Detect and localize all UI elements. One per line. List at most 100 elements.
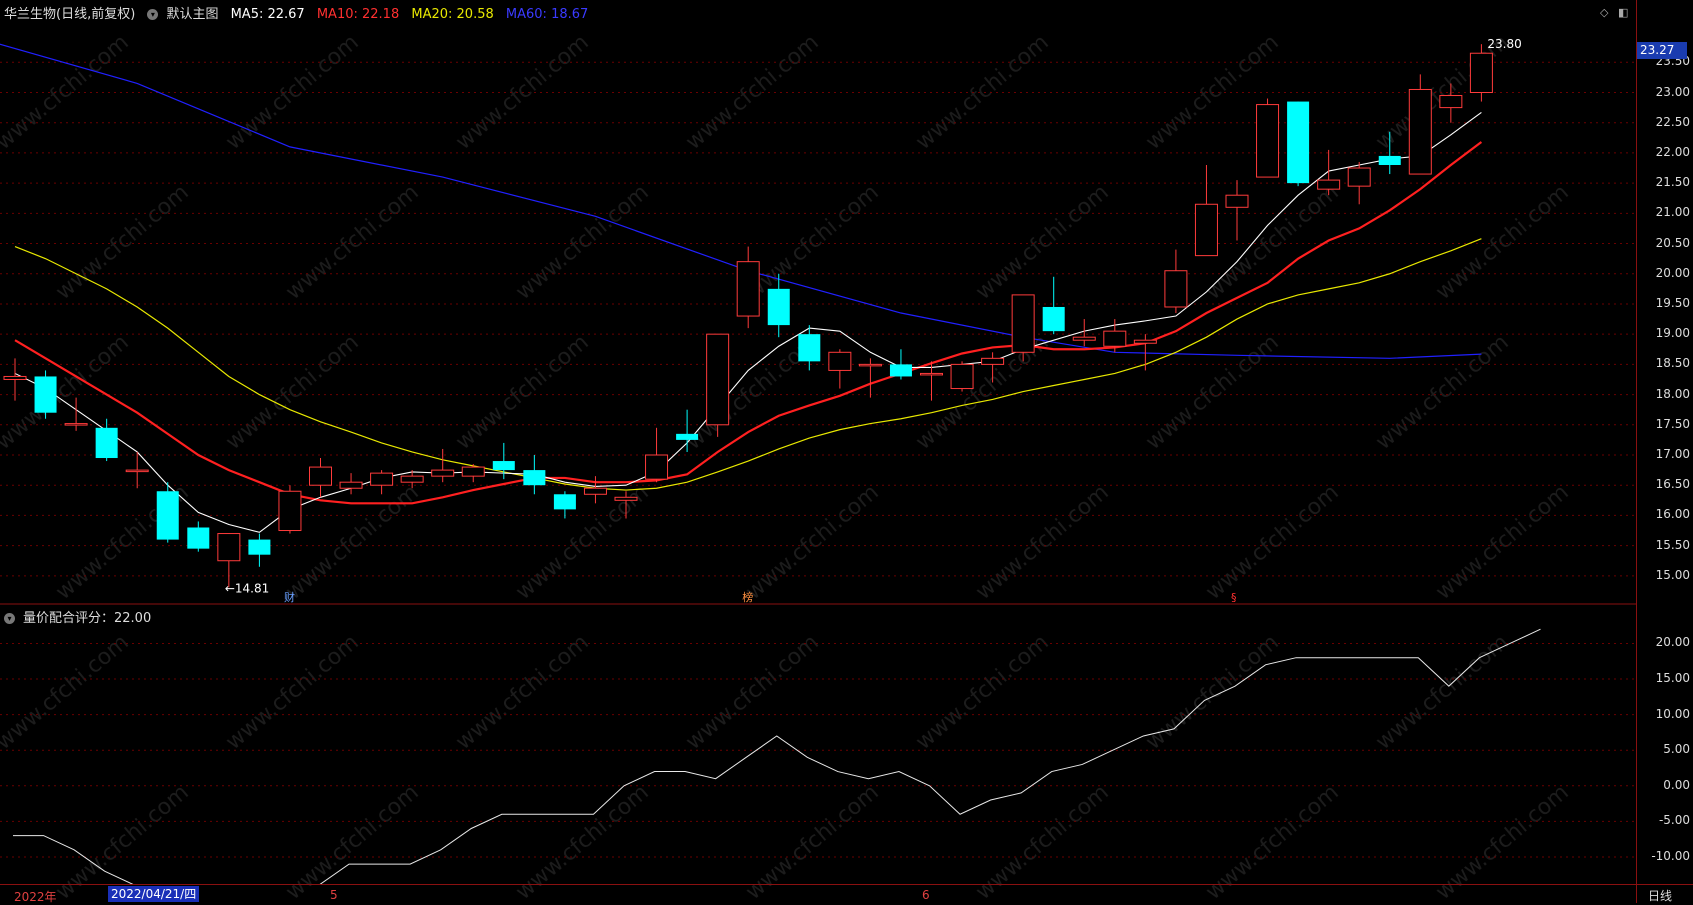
candle-body-down	[889, 364, 912, 377]
diamond-icon[interactable]: ◇	[1600, 6, 1608, 19]
score-tick-label: 15.00	[1655, 671, 1690, 686]
price-tick-label: 17.00	[1655, 447, 1690, 461]
candle-body-up	[1011, 294, 1035, 353]
price-tick-label: 19.00	[1655, 326, 1690, 341]
cursor-date: 2022/04/21/四	[108, 886, 200, 902]
indicator-menu-icon[interactable]: ▾	[4, 613, 15, 624]
candle-body-up	[706, 333, 730, 426]
event-marker: 财	[284, 590, 295, 604]
candle-body-up	[125, 469, 149, 473]
candle-body-down	[1287, 101, 1310, 184]
stock-chart[interactable]: www.cfchi.com www.cfchi.com www.cfchi.com w…	[0, 0, 1693, 905]
price-tick-label: 20.50	[1655, 235, 1690, 250]
candle-body-up	[583, 487, 607, 495]
candle-body-up	[217, 533, 241, 562]
main-header: 华兰生物(日线,前复权) ▾ 默认主图 MA5: 22.67 MA10: 22.1…	[4, 3, 596, 22]
score-line	[13, 628, 1541, 884]
price-tick-label: 20.00	[1655, 265, 1690, 280]
ma20-legend: MA20: 20.58	[411, 7, 494, 22]
candle-body-up	[1439, 95, 1463, 109]
price-tick-label: 15.50	[1655, 537, 1690, 552]
candle-body-up	[736, 261, 760, 317]
price-tick-label: 21.00	[1655, 205, 1690, 220]
candle-body-up	[828, 351, 852, 371]
stock-mode: (日线,前复权)	[56, 7, 136, 22]
candle-body-up	[1408, 88, 1432, 175]
candle-body-down	[798, 334, 821, 362]
candle-body-down	[95, 427, 118, 459]
price-tick-label: 21.50	[1655, 175, 1690, 190]
candle-body-up	[1225, 194, 1249, 208]
score-tick-label: -10.00	[1651, 848, 1690, 863]
candle-body-down	[248, 539, 271, 555]
price-tick-label: 22.50	[1655, 114, 1690, 129]
current-price-tag: 23.27	[1637, 42, 1687, 59]
stock-name: 华兰生物	[4, 7, 57, 22]
candle-body-down	[767, 288, 790, 326]
indicator-header: ▾ 量价配合评分：22.00	[4, 607, 159, 626]
candle-body-down	[492, 461, 515, 471]
score-tick-label: 0.00	[1663, 777, 1690, 792]
candle-body-down	[156, 491, 179, 540]
price-axis: 23.50 23.00 22.50 22.00 21.50 21.00 20.50 20.00…	[1636, 0, 1693, 903]
corner-icons: ◇ ◧	[1600, 6, 1628, 19]
event-marker: §	[1231, 591, 1237, 604]
candle-body-up	[1133, 339, 1157, 344]
price-tick-label: 15.00	[1655, 567, 1690, 582]
price-tick-label: 18.50	[1655, 356, 1690, 371]
candle-body-up	[1347, 167, 1371, 187]
high-annotation: 23.80	[1487, 37, 1521, 51]
candle-body-up	[1072, 336, 1096, 341]
score-tick-label: 5.00	[1663, 742, 1690, 757]
candle-body-up	[920, 372, 943, 376]
candle-body-up	[3, 375, 27, 380]
candle-body-down	[523, 470, 546, 486]
ma60-legend: MA60: 18.67	[505, 7, 589, 22]
candle-body-up	[370, 472, 394, 486]
candle-body-up	[614, 496, 638, 501]
price-tick-label: 23.00	[1655, 84, 1690, 99]
candle-body-up	[309, 466, 332, 486]
candle-body-down	[34, 376, 57, 413]
period-button[interactable]: 日线	[1648, 887, 1672, 904]
month-5-label: 5	[330, 888, 338, 902]
candle-body-up	[1103, 330, 1127, 347]
price-tick-label: 19.50	[1655, 295, 1690, 310]
candle-body-down	[187, 527, 210, 549]
candle-body-up	[950, 363, 974, 390]
main-chart-menu-icon[interactable]: ▾	[147, 9, 159, 20]
price-tick-label: 16.50	[1655, 477, 1690, 492]
main-chart-label[interactable]: 默认主图	[166, 7, 218, 22]
candle-body-up	[1194, 203, 1218, 257]
score-tick-label: 20.00	[1655, 635, 1690, 650]
candle-body-down	[676, 433, 699, 440]
month-6-label: 6	[922, 888, 930, 902]
price-tick-label: 22.00	[1655, 144, 1690, 159]
candle-body-up	[645, 454, 669, 480]
candle-body-up	[1164, 270, 1188, 308]
indicator-label[interactable]: 量价配合评分：22.00	[23, 611, 151, 626]
chart-canvas[interactable]: 23.80 ←14.81 财 榜 §	[0, 0, 1636, 884]
candle-body-up	[1256, 104, 1280, 178]
ma10-legend: MA10: 22.18	[316, 7, 400, 22]
event-marker: 榜	[742, 590, 753, 604]
year-label: 2022年	[14, 890, 57, 904]
candle-body-up	[278, 490, 302, 532]
price-tick-label: 17.50	[1655, 416, 1690, 431]
candle-body-down	[1378, 155, 1401, 165]
price-tick-label: 16.00	[1655, 507, 1690, 522]
score-tick-label: -5.00	[1658, 813, 1690, 828]
candle-body-up	[858, 363, 882, 367]
candle-body-up	[981, 357, 1005, 365]
candle-body-up	[461, 466, 485, 477]
candle-body-up	[1469, 52, 1493, 93]
candle-body-up	[431, 469, 455, 477]
time-axis: 2022年 2022/04/21/四 5 6 日线	[0, 884, 1693, 904]
candle-body-up	[339, 481, 363, 489]
ma5-legend: MA5: 22.67	[230, 7, 305, 22]
score-tick-label: 10.00	[1655, 706, 1690, 721]
panel-toggle-icon[interactable]: ◧	[1618, 6, 1628, 19]
candle-body-up	[1317, 179, 1341, 190]
candle-body-down	[553, 494, 576, 510]
candle-body-down	[1042, 306, 1065, 332]
